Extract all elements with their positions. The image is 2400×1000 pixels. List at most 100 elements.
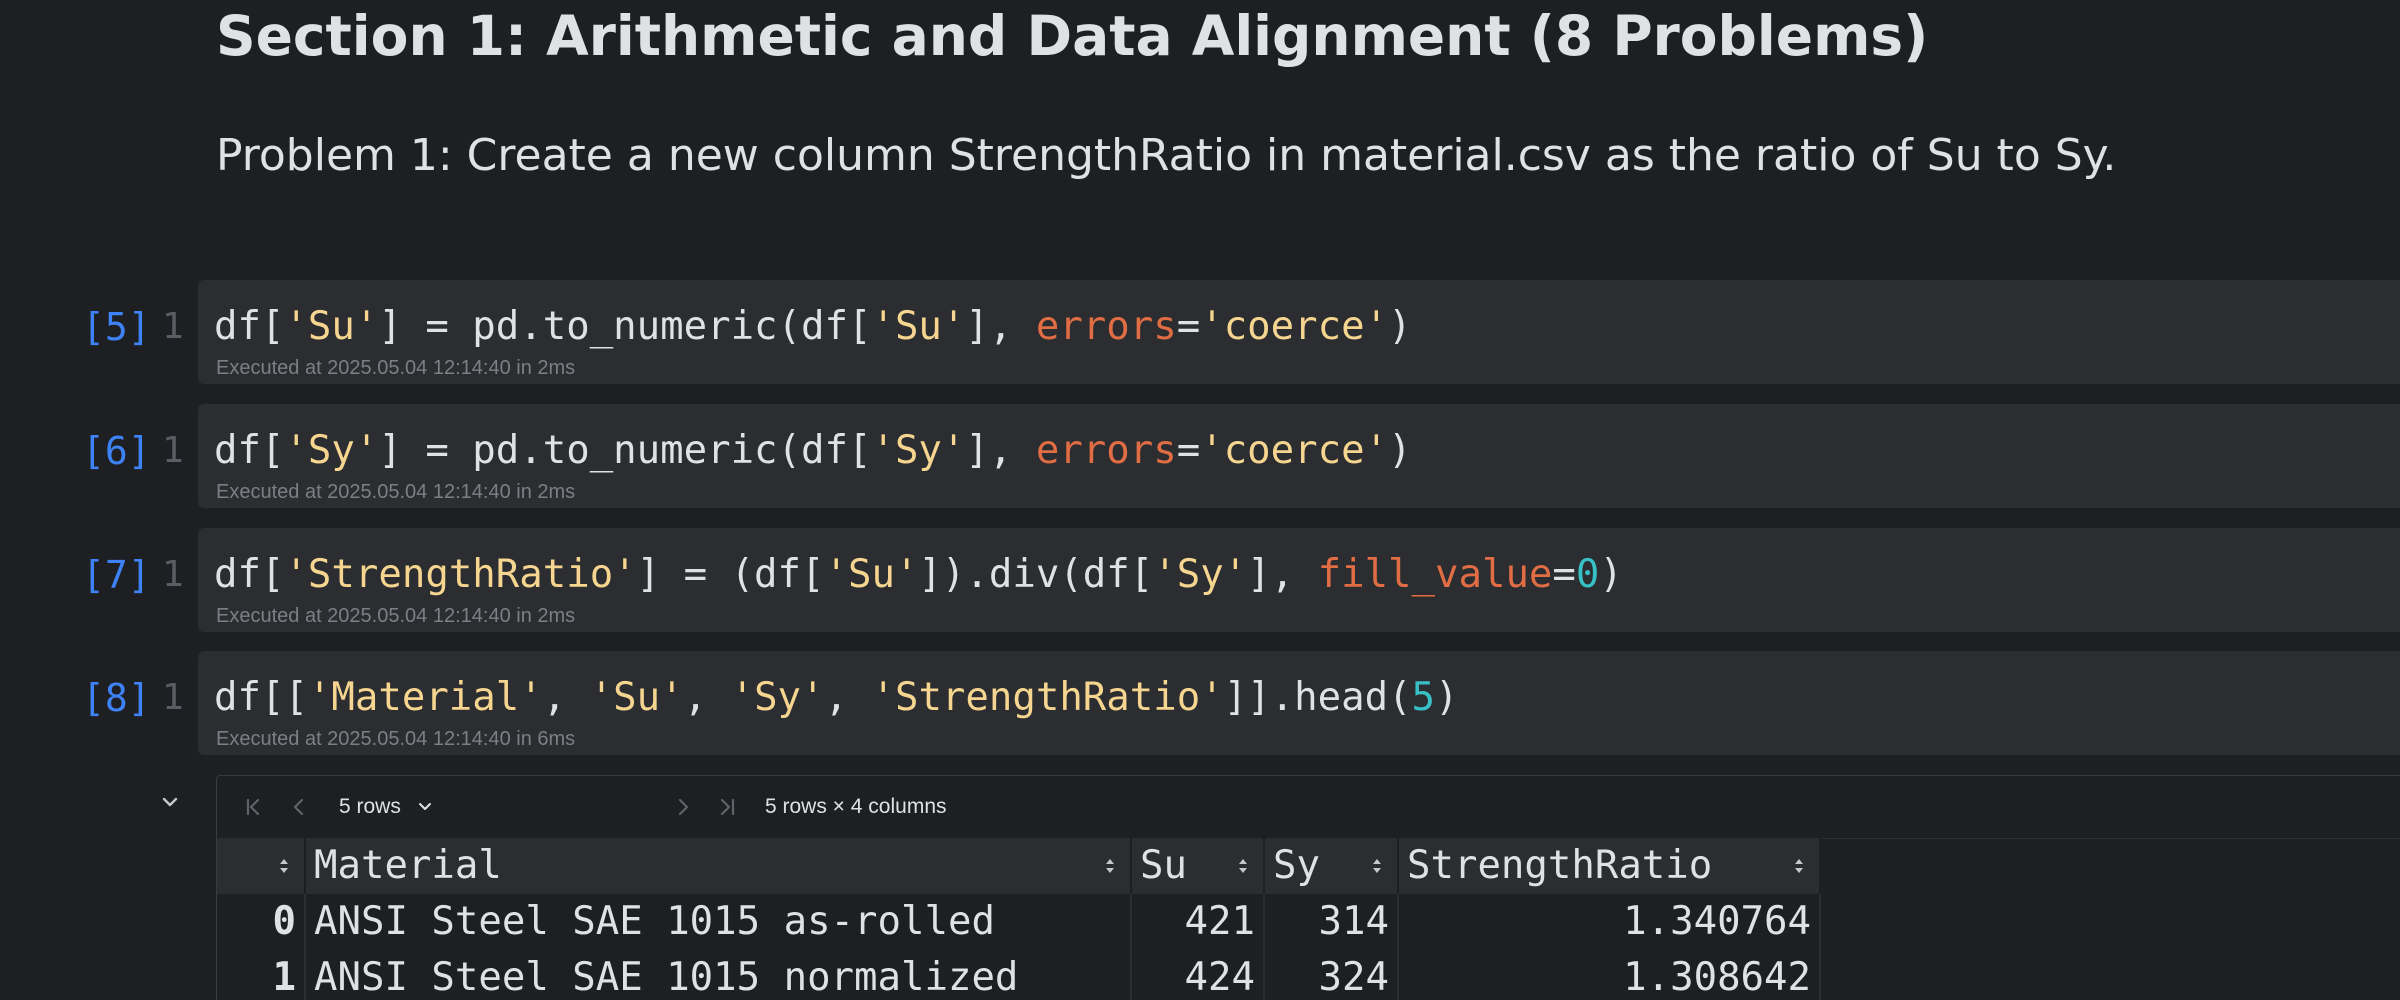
code-token: = — [1176, 428, 1201, 473]
table-cell-strengthratio: 1.308642 — [1398, 950, 1821, 1000]
prev-page-icon[interactable] — [285, 793, 313, 821]
code-cell[interactable]: [7] 1 df['StrengthRatio'] = (df['Su']).d… — [0, 528, 2400, 634]
index-header[interactable] — [217, 838, 306, 894]
code-token: 'coerce' — [1200, 428, 1389, 473]
column-header-su[interactable]: Su — [1131, 838, 1265, 894]
code-token: ], — [1247, 552, 1318, 597]
code-token: ) — [1435, 675, 1459, 720]
code-token: 'coerce' — [1200, 304, 1389, 349]
code-token: 0 — [1575, 552, 1600, 597]
chevron-down-icon[interactable] — [415, 796, 435, 816]
code-token: ], — [965, 304, 1036, 349]
code-editor[interactable]: df[['Material', 'Su', 'Sy', 'StrengthRat… — [198, 651, 2400, 755]
code-token: 'Sy' — [1153, 552, 1248, 597]
column-header-label: StrengthRatio — [1407, 843, 1713, 888]
column-header-strengthratio[interactable]: StrengthRatio — [1398, 838, 1821, 894]
code-token: df[ — [214, 552, 285, 597]
code-cell[interactable]: [8] 1 df[['Material', 'Su', 'Sy', 'Stren… — [0, 651, 2400, 757]
code-token: 'Material' — [307, 675, 543, 720]
table-cell-su: 421 — [1131, 894, 1265, 950]
code-line[interactable]: df['Su'] = pd.to_numeric(df['Su'], error… — [214, 302, 1412, 352]
table-row: 1 ANSI Steel SAE 1015 normalized 424 324… — [217, 950, 1821, 1000]
line-number: 1 — [162, 430, 184, 471]
row-index: 0 — [217, 894, 306, 950]
line-number: 1 — [162, 677, 184, 718]
output-toolbar: 5 rows 5 rows × 4 columns — [217, 776, 2400, 839]
execution-time: Executed at 2025.05.04 12:14:40 in 6ms — [216, 728, 576, 750]
execution-count: [6] — [82, 429, 151, 473]
table-cell-material: ANSI Steel SAE 1015 as-rolled — [305, 894, 1132, 950]
code-editor[interactable]: df['StrengthRatio'] = (df['Su']).div(df[… — [198, 528, 2400, 632]
rows-per-page-select[interactable]: 5 rows — [339, 794, 401, 820]
chevron-down-icon[interactable] — [158, 790, 182, 814]
code-token: = — [1176, 304, 1201, 349]
last-page-icon[interactable] — [713, 793, 741, 821]
code-token: 'StrengthRatio' — [284, 552, 637, 597]
sort-icon[interactable] — [1237, 856, 1249, 876]
code-token: ) — [1599, 552, 1623, 597]
column-header-sy[interactable]: Sy — [1264, 838, 1399, 894]
code-token: ], — [965, 428, 1036, 473]
code-token: , — [824, 675, 872, 720]
table-cell-su: 424 — [1131, 950, 1265, 1000]
code-token: 'Sy' — [730, 675, 825, 720]
code-cell[interactable]: [5] 1 df['Su'] = pd.to_numeric(df['Su'],… — [0, 280, 2400, 386]
column-header-label: Sy — [1273, 843, 1320, 888]
code-line[interactable]: df['Sy'] = pd.to_numeric(df['Sy'], error… — [214, 426, 1412, 476]
code-token: ] = pd.to_numeric(df[ — [378, 428, 872, 473]
line-number: 1 — [162, 554, 184, 595]
code-token: 'Sy' — [871, 428, 966, 473]
code-editor[interactable]: df['Sy'] = pd.to_numeric(df['Sy'], error… — [198, 404, 2400, 508]
code-token: 'Su' — [824, 552, 919, 597]
code-cell[interactable]: [6] 1 df['Sy'] = pd.to_numeric(df['Sy'],… — [0, 404, 2400, 510]
output-panel: 5 rows 5 rows × 4 columns Material Su Sy… — [216, 775, 2400, 1000]
dataframe-table: Material Su Sy StrengthRatio 0 ANSI Stee… — [217, 838, 1821, 1000]
sort-icon[interactable] — [1371, 856, 1383, 876]
sort-icon[interactable] — [1793, 856, 1805, 876]
code-token: ] = pd.to_numeric(df[ — [378, 304, 872, 349]
code-token: 'StrengthRatio' — [871, 675, 1224, 720]
next-page-icon[interactable] — [669, 793, 697, 821]
code-token: df[ — [214, 428, 285, 473]
code-token: ]].head( — [1223, 675, 1412, 720]
code-token: df[[ — [214, 675, 308, 720]
code-token: , — [542, 675, 590, 720]
code-token: = — [1552, 552, 1576, 597]
code-token: 'Su' — [589, 675, 684, 720]
table-row: 0 ANSI Steel SAE 1015 as-rolled 421 314 … — [217, 894, 1821, 950]
row-index: 1 — [217, 950, 306, 1000]
column-header-label: Material — [314, 843, 502, 888]
table-cell-material: ANSI Steel SAE 1015 normalized — [305, 950, 1132, 1000]
code-token: 'Su' — [284, 304, 379, 349]
code-token: fill_value — [1317, 552, 1553, 597]
column-header-material[interactable]: Material — [305, 838, 1132, 894]
code-token: errors — [1035, 428, 1177, 473]
table-header-row: Material Su Sy StrengthRatio — [217, 838, 1821, 894]
code-token: df[ — [214, 304, 285, 349]
column-header-label: Su — [1140, 843, 1187, 888]
code-token: 'Su' — [871, 304, 966, 349]
sort-icon[interactable] — [1104, 856, 1116, 876]
table-cell-strengthratio: 1.340764 — [1398, 894, 1821, 950]
code-line[interactable]: df[['Material', 'Su', 'Sy', 'StrengthRat… — [214, 673, 1459, 723]
execution-time: Executed at 2025.05.04 12:14:40 in 2ms — [216, 605, 576, 627]
code-token: 'Sy' — [284, 428, 379, 473]
code-token: ]).div(df[ — [918, 552, 1154, 597]
table-cell-sy: 314 — [1264, 894, 1399, 950]
table-cell-sy: 324 — [1264, 950, 1399, 1000]
code-token: , — [683, 675, 731, 720]
execution-count: [5] — [82, 305, 151, 349]
first-page-icon[interactable] — [239, 793, 267, 821]
execution-count: [8] — [82, 676, 151, 720]
code-token: 5 — [1411, 675, 1436, 720]
execution-time: Executed at 2025.05.04 12:14:40 in 2ms — [216, 357, 576, 379]
problem-description: Problem 1: Create a new column StrengthR… — [216, 130, 2117, 181]
code-token: ) — [1388, 428, 1412, 473]
code-line[interactable]: df['StrengthRatio'] = (df['Su']).div(df[… — [214, 550, 1623, 600]
sort-icon[interactable] — [278, 856, 290, 876]
code-token: ] = (df[ — [636, 552, 825, 597]
code-editor[interactable]: df['Su'] = pd.to_numeric(df['Su'], error… — [198, 280, 2400, 384]
table-dimensions-info: 5 rows × 4 columns — [765, 795, 947, 818]
code-token: errors — [1035, 304, 1177, 349]
execution-time: Executed at 2025.05.04 12:14:40 in 2ms — [216, 481, 576, 503]
